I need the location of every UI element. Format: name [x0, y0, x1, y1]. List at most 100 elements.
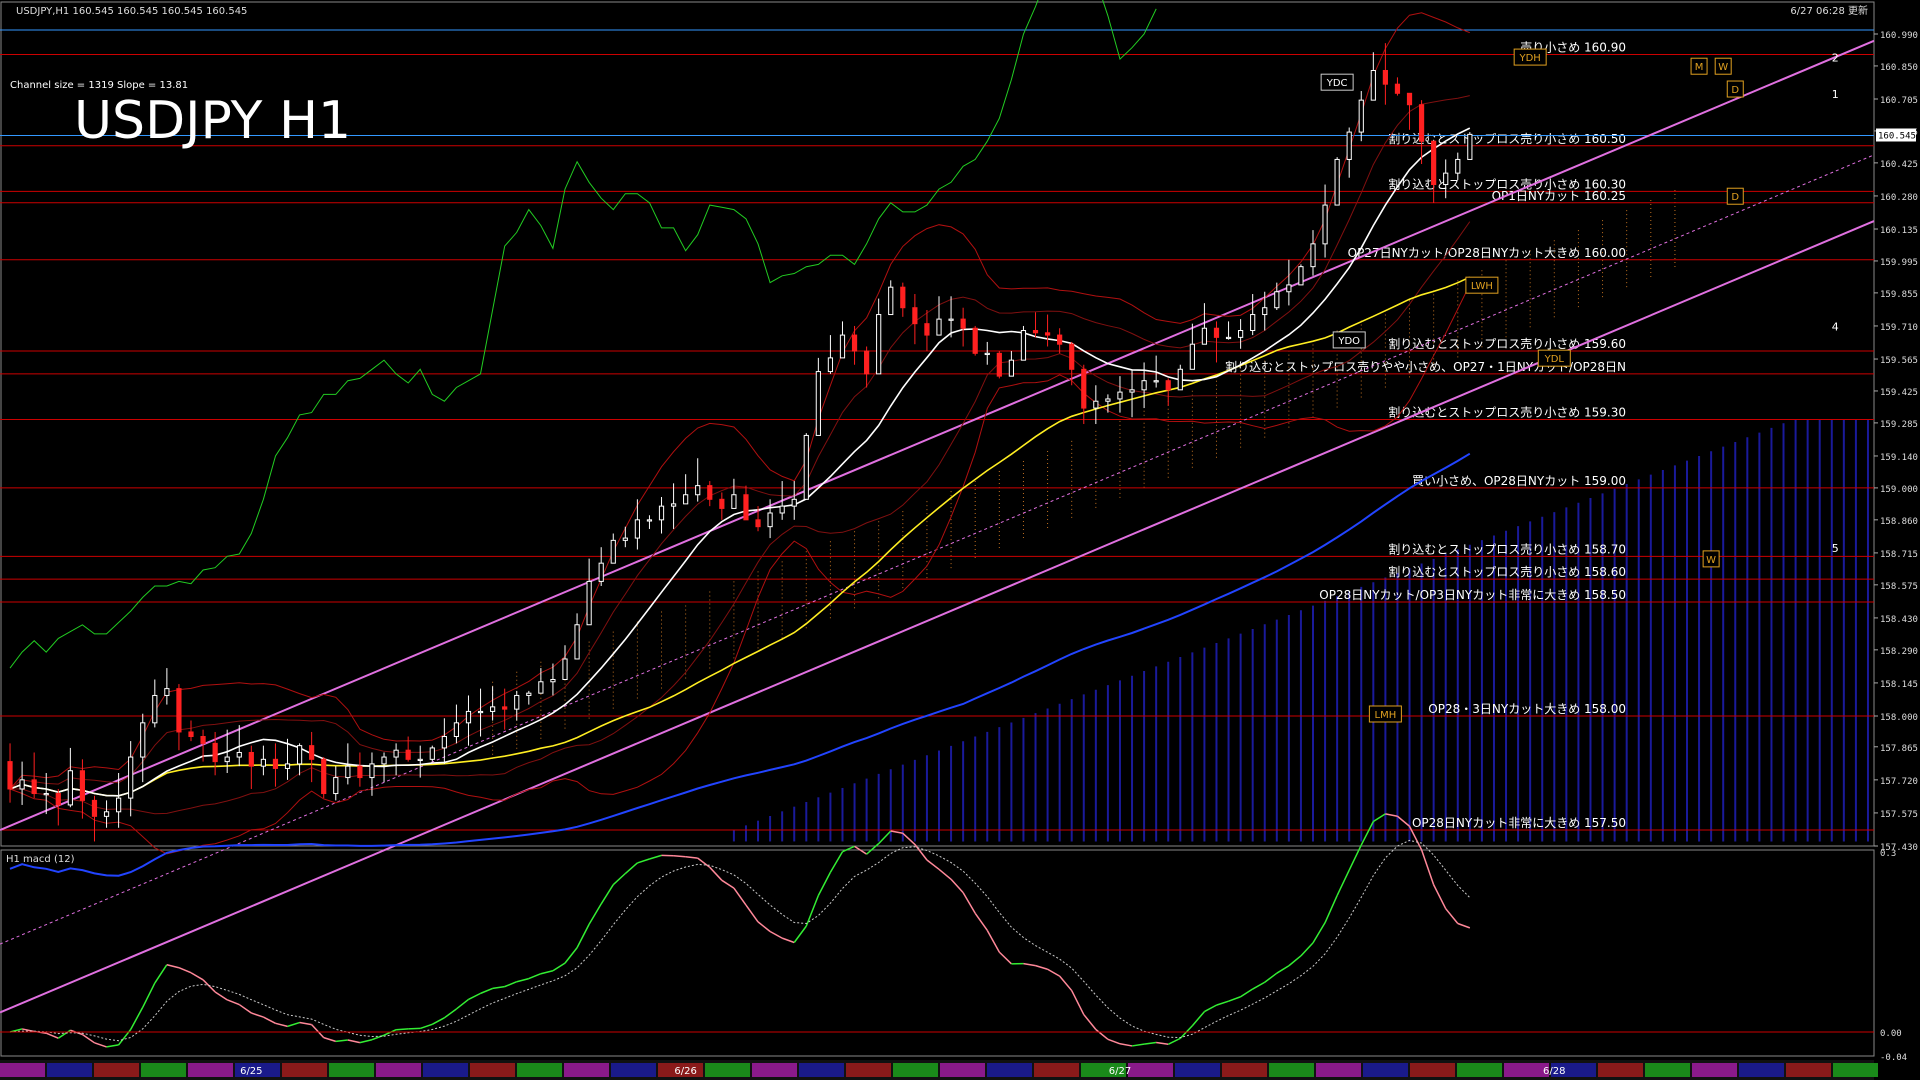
- macd-line-seg: [938, 868, 952, 880]
- candle-body: [465, 710, 472, 724]
- macd-line-seg: [1095, 1028, 1109, 1040]
- candle-body: [1057, 334, 1063, 345]
- macd-line-seg: [251, 1012, 264, 1018]
- y-tick-label: 159.710: [1880, 323, 1918, 333]
- candle-body: [1274, 291, 1280, 309]
- candle-body: [224, 756, 230, 763]
- macd-line-seg: [673, 855, 686, 858]
- price-axis: 160.990160.850160.705160.565160.425160.2…: [1874, 31, 1918, 853]
- marker-label: YDL: [1544, 354, 1565, 365]
- macd-line-seg: [914, 843, 928, 861]
- candle-body: [1406, 92, 1413, 106]
- marker-label: LWH: [1471, 281, 1493, 292]
- macd-line-seg: [1131, 1043, 1145, 1047]
- ichimoku-kumo: [492, 190, 1869, 842]
- macd-line-seg: [576, 923, 590, 949]
- candle-body: [984, 352, 990, 356]
- fan-label: 1: [1832, 88, 1839, 101]
- macd-line-seg: [190, 972, 204, 981]
- session-seg: [893, 1063, 938, 1077]
- candle-body: [248, 751, 254, 767]
- candle-body: [453, 722, 460, 738]
- session-seg: [47, 1063, 92, 1077]
- macd-line-seg: [805, 895, 820, 927]
- macd-line-seg: [1300, 942, 1314, 957]
- session-seg: [1222, 1063, 1267, 1077]
- candle-body: [176, 688, 182, 733]
- macd-line-seg: [878, 830, 892, 845]
- y-tick-label: 158.430: [1880, 615, 1918, 625]
- macd-line-seg: [950, 878, 964, 894]
- macd-line-seg: [480, 987, 493, 995]
- macd-line-seg: [1336, 869, 1350, 896]
- candle-body: [369, 763, 375, 779]
- macd-line-seg: [745, 904, 759, 923]
- level-label: OP28・3日NYカット大きめ 158.00: [1428, 702, 1626, 716]
- candle-body: [417, 758, 423, 762]
- macd-line-seg: [81, 1033, 95, 1044]
- fan-label: 5: [1832, 542, 1839, 555]
- chart-canvas[interactable]: 売り小さめ 160.90割り込むとストップロス売り小さめ 160.50割り込むと…: [0, 0, 1920, 1080]
- ma-white: [9, 127, 1471, 797]
- macd-line-seg: [866, 843, 880, 855]
- y-tick-label: 160.135: [1880, 226, 1918, 236]
- y-tick-label: 158.290: [1880, 647, 1918, 657]
- macd-line-seg: [492, 985, 505, 990]
- macd-line-seg: [1083, 1014, 1097, 1030]
- y-tick-label: 159.425: [1880, 388, 1918, 398]
- macd-line-seg: [926, 859, 940, 870]
- macd-label: H1 macd (12): [6, 854, 75, 865]
- macd-line-seg: [624, 862, 638, 875]
- candle-body: [405, 749, 411, 760]
- session-seg: [1786, 1063, 1831, 1077]
- macd-line-seg: [781, 937, 795, 944]
- candle-body: [236, 751, 242, 758]
- candle-body: [321, 758, 327, 795]
- macd-line-seg: [757, 921, 771, 933]
- macd-line-seg: [697, 857, 711, 868]
- time-axis: 6/25 6/26 6/27 6/28: [0, 1060, 1878, 1080]
- macd-line-seg: [1288, 955, 1302, 967]
- y-tick-label: 158.715: [1880, 550, 1918, 560]
- macd-line-seg: [842, 845, 855, 853]
- candle-body: [574, 624, 580, 660]
- macd-line-seg: [45, 1032, 59, 1039]
- macd-line-seg: [1385, 813, 1398, 817]
- macd-line-seg: [1156, 1041, 1169, 1046]
- macd-line-seg: [347, 1039, 361, 1044]
- candle-body: [1286, 284, 1292, 293]
- candle-body: [67, 770, 73, 806]
- candle-body: [598, 562, 604, 582]
- candle-body: [791, 498, 797, 507]
- candle-body: [31, 779, 37, 795]
- macd-line-seg: [1457, 922, 1471, 929]
- macd-line-seg: [238, 1003, 252, 1014]
- session-seg: [94, 1063, 139, 1077]
- macd-line-seg: [1119, 1043, 1133, 1047]
- candle-body: [1129, 389, 1135, 393]
- candle-body: [634, 519, 640, 539]
- macd-line-seg: [311, 1024, 325, 1039]
- session-seg: [987, 1063, 1032, 1077]
- candle-body: [490, 706, 496, 712]
- marker-label: YDO: [1337, 336, 1360, 347]
- macd-line-seg: [769, 930, 783, 939]
- session-seg: [0, 1063, 45, 1077]
- macd-line-seg: [178, 967, 192, 974]
- candle-body: [1008, 359, 1014, 377]
- candle-body: [538, 681, 544, 694]
- session-seg: [282, 1063, 327, 1077]
- candle-body: [815, 371, 821, 436]
- macd-line-seg: [396, 1028, 409, 1031]
- session-seg: [517, 1063, 562, 1077]
- candle-body: [622, 537, 628, 541]
- macd-line-seg: [564, 947, 578, 964]
- session-seg: [564, 1063, 609, 1077]
- macd-line-seg: [1360, 821, 1374, 846]
- channel-lower: [0, 220, 1875, 1014]
- candle-body: [550, 678, 556, 683]
- macd-line-seg: [1420, 849, 1435, 886]
- y-tick-label: 158.000: [1880, 713, 1918, 723]
- macd-line-seg: [1252, 981, 1266, 990]
- session-seg: [799, 1063, 844, 1077]
